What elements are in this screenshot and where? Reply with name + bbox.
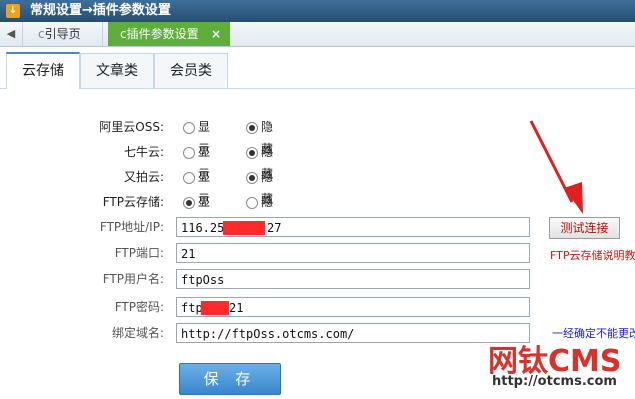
ftp-pass-value-start: ftp	[181, 301, 203, 315]
upyun-label: 又拍云:	[123, 170, 164, 184]
ftp-show-radio[interactable]	[183, 197, 195, 209]
refresh-icon: c	[120, 27, 127, 41]
aliyun-oss-label: 阿里云OSS:	[99, 120, 164, 134]
annotation-arrow-icon	[529, 120, 583, 214]
window-titlebar: ↓ 常规设置→插件参数设置	[0, 0, 635, 22]
test-connection-button[interactable]: 测试连接	[549, 217, 620, 239]
ftp-storage-label: FTP云存储:	[102, 195, 164, 209]
ftp-storage-explain-link[interactable]: FTP云存储说明教	[550, 247, 635, 263]
settings-subtabs: 云存储 文章类 会员类	[0, 50, 635, 89]
ftp-port-label: FTP端口:	[114, 246, 164, 260]
tab-plugin-label: 插件参数设置	[126, 27, 199, 41]
aliyun-show-radio[interactable]	[183, 122, 195, 134]
window-title: 常规设置→插件参数设置	[30, 3, 171, 18]
upyun-show-radio[interactable]	[183, 172, 195, 184]
ftp-user-label: FTP用户名:	[102, 272, 164, 286]
tab-plugin-settings[interactable]: c插件参数设置 ×	[108, 22, 230, 46]
ftp-pass-label: FTP密码:	[114, 300, 164, 314]
tab-guide-page[interactable]: c引导页	[30, 22, 103, 46]
save-button[interactable]: 保 存	[179, 363, 281, 395]
ftp-host-value-end: 27	[267, 221, 282, 235]
subtab-cloud-storage[interactable]: 云存储	[6, 52, 80, 89]
ftp-hide-radio[interactable]	[246, 197, 258, 209]
down-arrow-icon: ↓	[6, 4, 20, 18]
page-tab-strip: ◀ c引导页 c插件参数设置 ×	[0, 22, 635, 47]
ftp-pass-value-end: 21	[229, 301, 244, 315]
otcms-watermark: 网钛CMS http://otcms.com	[488, 336, 628, 394]
tab-scroll-left-icon[interactable]: ◀	[0, 22, 23, 46]
qiniu-label: 七牛云:	[123, 145, 164, 159]
ftp-host-input[interactable]: 116.25 27	[176, 217, 530, 237]
bind-domain-label: 绑定域名:	[111, 326, 164, 340]
ftp-pass-input[interactable]: ftp 21	[176, 297, 530, 317]
redaction-mark	[223, 221, 265, 235]
upyun-hide-radio[interactable]	[246, 172, 258, 184]
qiniu-show-radio[interactable]	[183, 147, 195, 159]
ftp-port-input[interactable]: 21	[176, 243, 530, 263]
aliyun-hide-radio[interactable]	[246, 122, 258, 134]
subtab-members[interactable]: 会员类	[154, 53, 228, 88]
qiniu-hide-radio[interactable]	[246, 147, 258, 159]
subtab-articles[interactable]: 文章类	[80, 53, 154, 88]
ftp-user-input[interactable]: ftpOss	[176, 269, 530, 289]
bind-domain-input[interactable]: http://ftpOss.otcms.com/	[176, 323, 530, 343]
ftp-host-label: FTP地址/IP:	[99, 220, 164, 234]
redaction-mark	[201, 301, 229, 315]
ftp-host-value-start: 116.25	[181, 221, 225, 235]
tab-guide-label: 引导页	[44, 27, 81, 41]
refresh-icon: c	[38, 27, 45, 41]
watermark-url: http://otcms.com	[492, 374, 617, 389]
close-icon[interactable]: ×	[211, 22, 221, 46]
